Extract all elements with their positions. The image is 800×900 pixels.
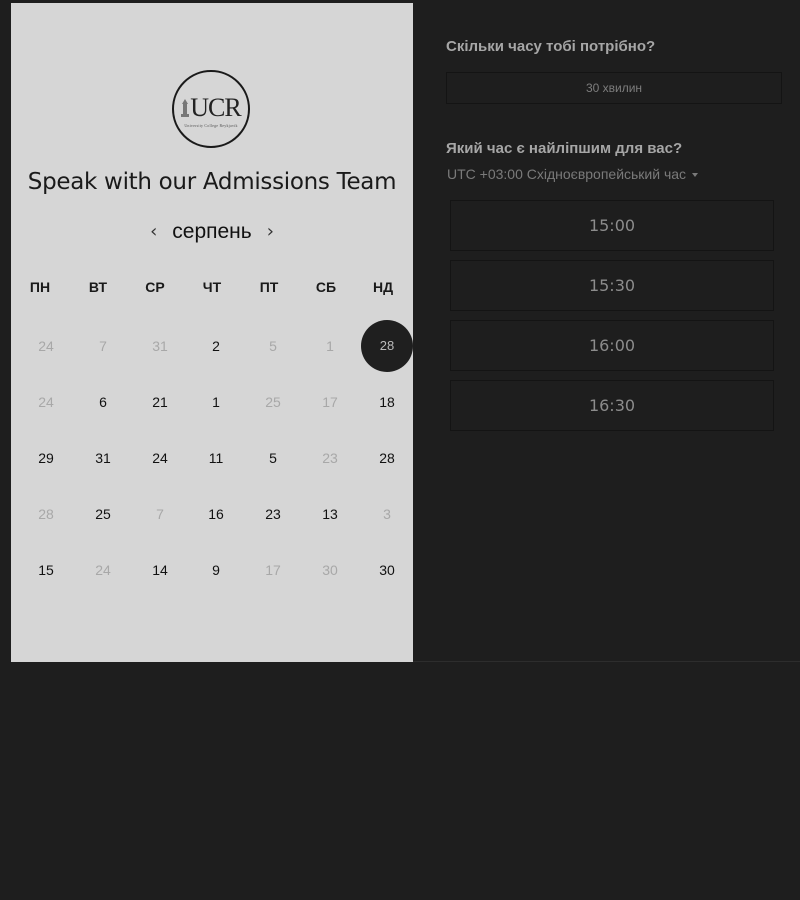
- calendar-day[interactable]: 25: [83, 504, 123, 524]
- time-slot-button[interactable]: 15:30: [450, 260, 774, 311]
- calendar-day: 17: [322, 394, 338, 410]
- calendar-day[interactable]: 11: [196, 448, 236, 468]
- calendar-days-grid: 24 7 31 2 5 1 28 24 6 21 1 25 17 18 29 31 24 11 5 23 28 28 25 7…: [11, 3, 413, 662]
- calendar-day: 30: [322, 562, 338, 578]
- calendar-day: 28: [38, 506, 54, 522]
- time-slot-button[interactable]: 16:00: [450, 320, 774, 371]
- calendar-day: 5: [269, 338, 277, 354]
- time-question: Який час є найліпшим для вас?: [446, 140, 683, 157]
- divider: [413, 661, 800, 662]
- calendar-day[interactable]: 9: [196, 560, 236, 580]
- calendar-day: 7: [156, 506, 164, 522]
- calendar-day[interactable]: 14: [140, 560, 180, 580]
- calendar-day: 1: [326, 338, 334, 354]
- calendar-day: 31: [152, 338, 168, 354]
- calendar-day: 3: [383, 506, 391, 522]
- calendar-day[interactable]: 6: [83, 392, 123, 412]
- calendar-day-selected[interactable]: 28: [361, 320, 413, 372]
- timezone-dropdown[interactable]: UTC +03:00 Східноєвропейський час: [447, 166, 699, 182]
- calendar-day[interactable]: 23: [253, 504, 293, 524]
- duration-selector[interactable]: 30 хвилин: [446, 72, 782, 104]
- time-slot-button[interactable]: 16:30: [450, 380, 774, 431]
- calendar-day[interactable]: 16: [196, 504, 236, 524]
- caret-down-icon: [692, 173, 699, 178]
- calendar-day[interactable]: 15: [26, 560, 66, 580]
- calendar-day[interactable]: 5: [253, 448, 293, 468]
- calendar-day[interactable]: 31: [83, 448, 123, 468]
- calendar-panel: UCR University College Reykjavik Speak w…: [11, 3, 413, 662]
- calendar-day[interactable]: 29: [26, 448, 66, 468]
- calendar-day: 24: [38, 394, 54, 410]
- calendar-day: 23: [322, 450, 338, 466]
- calendar-day[interactable]: 24: [140, 448, 180, 468]
- calendar-day[interactable]: 2: [196, 336, 236, 356]
- calendar-day: 24: [38, 338, 54, 354]
- calendar-day[interactable]: 28: [367, 448, 407, 468]
- calendar-day[interactable]: 18: [367, 392, 407, 412]
- duration-question: Скільки часу тобі потрібно?: [446, 38, 656, 55]
- timezone-label: UTC +03:00 Східноєвропейський час: [447, 166, 687, 182]
- calendar-day[interactable]: 13: [310, 504, 350, 524]
- calendar-day[interactable]: 1: [196, 392, 236, 412]
- calendar-day[interactable]: 21: [140, 392, 180, 412]
- calendar-day[interactable]: 30: [367, 560, 407, 580]
- time-slot-button[interactable]: 15:00: [450, 200, 774, 251]
- calendar-day: 7: [99, 338, 107, 354]
- calendar-day: 24: [95, 562, 111, 578]
- calendar-day: 17: [265, 562, 281, 578]
- calendar-day: 25: [265, 394, 281, 410]
